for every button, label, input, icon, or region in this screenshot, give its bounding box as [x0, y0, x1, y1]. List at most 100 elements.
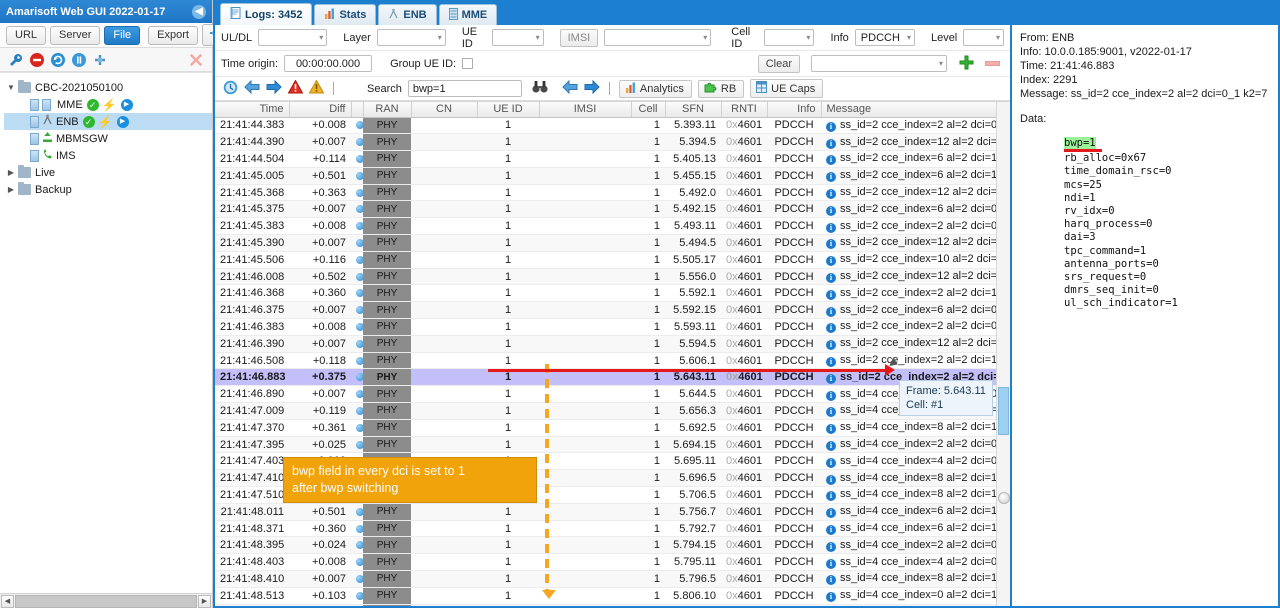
ueid-select[interactable]: ▾ [491, 29, 544, 46]
scroll-thumb[interactable] [15, 594, 197, 608]
scroll-thumb[interactable] [998, 387, 1009, 435]
table-row[interactable]: 21:41:46.890 +0.007 PHY 1 1 5.644.5 0x4601 PDCC… [215, 385, 1010, 404]
minus-icon[interactable] [985, 58, 1000, 70]
table-row[interactable]: 21:41:47.009 +0.119 PHY 1 1 5.656.3 0x4601 PDCC… [215, 402, 1010, 420]
table-row[interactable]: 21:41:47.395 +0.025 PHY 1 1 5.694.15 0x4601 PDC… [215, 436, 1010, 454]
export-button[interactable]: Export [148, 25, 198, 45]
expand-toggle-icon[interactable]: ▼ [4, 83, 18, 92]
start-icon[interactable] [120, 98, 133, 111]
scroll-right-icon[interactable]: ▶ [198, 594, 211, 608]
col-rnti[interactable]: RNTI [721, 102, 768, 118]
table-vertical-scrollbar[interactable] [996, 102, 1010, 606]
preset-select[interactable]: ▾ [811, 55, 947, 72]
rnti-prefix: 0x [726, 472, 738, 485]
clock-icon[interactable] [223, 80, 238, 98]
plus-icon[interactable] [959, 55, 974, 73]
warning-icon[interactable] [308, 79, 325, 97]
table-row[interactable]: 21:41:45.390 +0.007 PHY 1 1 5.494.5 0x4601 PDCC… [215, 234, 1010, 252]
info-icon: i [826, 491, 836, 502]
tree-item-mme[interactable]: MME ⚡ [4, 96, 212, 113]
tab-enb[interactable]: ENB [378, 4, 437, 25]
error-icon[interactable] [287, 79, 304, 97]
search-prev-icon[interactable] [562, 79, 578, 97]
plug-icon[interactable] [92, 52, 108, 68]
table-row[interactable]: 21:41:48.403 +0.008 PHY 1 1 5.795.11 0x4601 PDC… [215, 553, 1010, 572]
tree-item-ims[interactable]: IMS [4, 147, 212, 164]
clear-button[interactable]: Clear [757, 54, 800, 73]
arrow-right-icon[interactable] [266, 79, 282, 97]
table-row[interactable]: 21:41:45.506 +0.116 PHY 1 1 5.505.17 0x4601 PDC… [215, 251, 1010, 269]
col-diff[interactable]: Diff [289, 102, 352, 118]
sidebar-horizontal-scrollbar[interactable]: ◀ ▶ [0, 593, 212, 608]
uldl-select[interactable]: ▾ [258, 29, 328, 46]
table-row[interactable]: 21:41:45.375 +0.007 PHY 1 1 5.492.15 0x4601 PDC… [215, 200, 1010, 219]
table-row[interactable]: 21:41:46.368 +0.360 PHY 1 1 5.592.1 0x4601 PDCC… [215, 284, 1010, 303]
table-row[interactable]: 21:41:48.410 +0.007 PHY 1 1 5.796.5 0x4601 PDCC… [215, 570, 1010, 588]
table-row[interactable]: 21:41:46.008 +0.502 PHY 1 1 5.556.0 0x4601 PDCC… [215, 268, 1010, 286]
wrench-icon[interactable] [8, 52, 24, 68]
scroll-left-icon[interactable]: ◀ [1, 594, 14, 608]
table-row[interactable]: 21:41:48.513 +0.103 PHY 1 1 5.806.10 0x4601 PDC… [215, 587, 1010, 605]
tab-logs[interactable]: Logs: 3452 [220, 3, 313, 25]
tree-item-mbmsgw[interactable]: MBMSGW [4, 130, 212, 147]
table-row[interactable]: 21:41:47.370 +0.361 PHY 1 1 5.692.5 0x4601 PDCC… [215, 419, 1010, 437]
url-button[interactable]: URL [6, 25, 47, 45]
ue-caps-button[interactable]: UE Caps [750, 79, 824, 98]
chevron-left-icon[interactable]: ◀ [192, 4, 206, 19]
group-ue-checkbox[interactable] [462, 58, 474, 69]
arrow-left-icon[interactable] [244, 79, 260, 97]
col-time[interactable]: Time [215, 102, 290, 118]
table-row[interactable]: 21:41:44.383 +0.008 PHY 1 1 5.393.11 0x4601 PDC… [215, 117, 1010, 135]
table-row[interactable]: 21:41:46.375 +0.007 PHY 1 1 5.592.15 0x4601 PDC… [215, 301, 1010, 320]
col-info[interactable]: Info [767, 102, 822, 118]
table-row[interactable]: 21:41:44.390 +0.007 PHY 1 1 5.394.5 0x4601 PDCC… [215, 133, 1010, 152]
level-select[interactable]: ▾ [963, 29, 1004, 46]
cellid-select[interactable]: ▾ [764, 29, 815, 46]
imsi-button[interactable]: IMSI [559, 28, 599, 47]
table-row[interactable]: 21:41:45.005 +0.501 PHY 1 1 5.455.15 0x4601 PDC… [215, 167, 1010, 185]
info-icon[interactable] [71, 52, 87, 68]
search-next-icon[interactable] [584, 79, 600, 97]
server-button[interactable]: Server [50, 25, 101, 45]
log-table-container[interactable]: Time Diff RAN CN UE ID IMSI Cell SFN RNT… [215, 101, 1010, 606]
col-message[interactable]: Message [821, 102, 1010, 118]
rb-button[interactable]: RB [697, 79, 745, 98]
close-icon[interactable] [188, 52, 204, 68]
col-cn[interactable]: CN [411, 102, 478, 118]
expand-toggle-icon[interactable]: ▶ [4, 168, 18, 177]
tree-item-backup[interactable]: ▶ Backup [4, 181, 212, 198]
file-button[interactable]: File [104, 25, 141, 45]
search-input[interactable]: bwp=1 [407, 80, 522, 97]
table-row[interactable]: 21:41:46.390 +0.007 PHY 1 1 5.594.5 0x4601 PDCC… [215, 335, 1010, 353]
scroll-grip[interactable] [998, 492, 1010, 504]
info-select[interactable]: PDCCH ▾ [854, 29, 915, 46]
table-row[interactable]: 21:41:44.504 +0.114 PHY 1 1 5.405.13 0x4601 PDC… [215, 150, 1010, 168]
stop-icon[interactable] [29, 52, 45, 68]
analytics-button[interactable]: Analytics [618, 79, 692, 98]
table-row[interactable]: 21:41:48.395 +0.024 PHY 1 1 5.794.15 0x4601 PDC… [215, 536, 1010, 555]
layer-select[interactable]: ▾ [376, 29, 446, 46]
col-imsi[interactable]: IMSI [539, 102, 632, 118]
table-row[interactable]: 21:41:45.368 +0.363 PHY 1 1 5.492.0 0x4601 PDCC… [215, 184, 1010, 202]
time-origin-input[interactable]: 00:00:00.000 [284, 55, 373, 72]
tab-stats[interactable]: Stats [314, 4, 377, 25]
table-row[interactable]: 21:41:48.371 +0.360 PHY 1 1 5.792.7 0x4601 PDCC… [215, 520, 1010, 538]
cell-diff: +0.501 [289, 167, 351, 185]
start-icon[interactable] [116, 115, 129, 128]
tab-mme[interactable]: MME [438, 4, 498, 25]
col-sfn[interactable]: SFN [665, 102, 722, 118]
binoculars-icon[interactable] [532, 80, 548, 97]
imsi-select[interactable]: ▾ [604, 29, 712, 46]
tree-item-cbc[interactable]: ▼ CBC-2021050100 [4, 79, 212, 96]
table-row[interactable]: 21:41:48.011 +0.501 PHY 1 1 5.756.7 0x4601 PDCC… [215, 503, 1010, 521]
refresh-icon[interactable] [50, 52, 66, 68]
col-ueid[interactable]: UE ID [477, 102, 540, 118]
tree-item-live[interactable]: ▶ Live [4, 164, 212, 181]
table-row[interactable]: 21:41:45.383 +0.008 PHY 1 1 5.493.11 0x4601 PDC… [215, 217, 1010, 236]
tree-item-enb[interactable]: ENB ⚡ [4, 113, 212, 130]
table-row[interactable]: 21:41:46.383 +0.008 PHY 1 1 5.593.11 0x4601 PDC… [215, 318, 1010, 336]
col-cell[interactable]: Cell [631, 102, 666, 118]
col-ran[interactable]: RAN [363, 102, 412, 118]
table-row[interactable]: 21:41:49.013+0.500PHY115.856.110x4601PDC… [215, 604, 1010, 606]
expand-toggle-icon[interactable]: ▶ [4, 185, 18, 194]
